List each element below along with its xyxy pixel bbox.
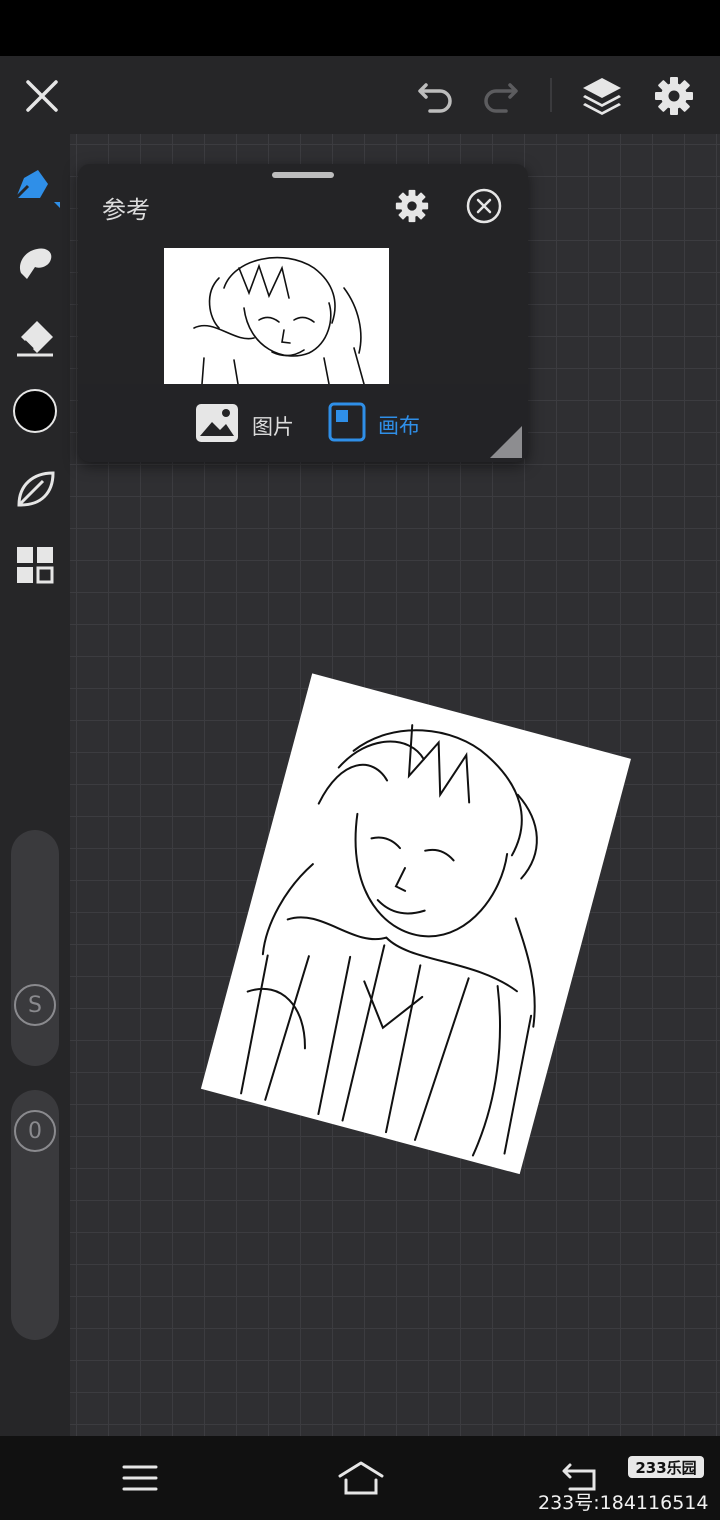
canvas-icon bbox=[328, 402, 366, 447]
active-color-dot bbox=[13, 389, 57, 433]
layers-icon[interactable] bbox=[578, 72, 626, 120]
home-icon[interactable] bbox=[334, 1454, 388, 1502]
gear-icon[interactable] bbox=[650, 72, 698, 120]
size-slider[interactable] bbox=[11, 830, 59, 1066]
status-bar bbox=[0, 0, 720, 56]
menu-icon[interactable] bbox=[116, 1456, 164, 1500]
drag-handle[interactable] bbox=[272, 172, 334, 178]
tool-sidebar: S 0 bbox=[0, 134, 70, 1436]
reference-preview-image bbox=[164, 248, 389, 384]
reference-panel[interactable]: 参考 图片 画布 bbox=[78, 164, 528, 462]
pen-icon[interactable] bbox=[8, 160, 62, 214]
brush-icon[interactable] bbox=[10, 238, 60, 288]
watermark-badge: 233乐园 bbox=[628, 1456, 704, 1478]
resize-handle[interactable] bbox=[490, 426, 522, 458]
size-slider-knob[interactable]: S bbox=[14, 984, 56, 1026]
undo-icon[interactable] bbox=[414, 74, 458, 118]
reference-option-canvas[interactable]: 画布 bbox=[328, 402, 420, 447]
grid-icon[interactable] bbox=[10, 540, 60, 590]
eraser-icon[interactable] bbox=[10, 314, 60, 364]
reference-option-canvas-label: 画布 bbox=[378, 413, 420, 438]
reference-source-bar: 图片 画布 bbox=[78, 384, 528, 462]
close-circle-icon[interactable] bbox=[464, 186, 504, 226]
reference-panel-title: 参考 bbox=[102, 196, 150, 224]
image-icon bbox=[194, 402, 240, 449]
top-toolbar bbox=[0, 56, 720, 134]
leaf-icon[interactable] bbox=[10, 464, 60, 514]
reference-settings-icon[interactable] bbox=[392, 186, 432, 226]
close-icon[interactable] bbox=[20, 74, 64, 118]
watermark-id: 233号:184116514 bbox=[538, 1492, 709, 1514]
reference-option-image[interactable]: 图片 bbox=[194, 402, 294, 449]
opacity-slider-knob[interactable]: 0 bbox=[14, 1110, 56, 1152]
toolbar-divider bbox=[550, 78, 552, 112]
redo-icon[interactable] bbox=[478, 74, 522, 118]
color-swatch[interactable] bbox=[10, 386, 60, 436]
reference-option-image-label: 图片 bbox=[252, 414, 294, 439]
